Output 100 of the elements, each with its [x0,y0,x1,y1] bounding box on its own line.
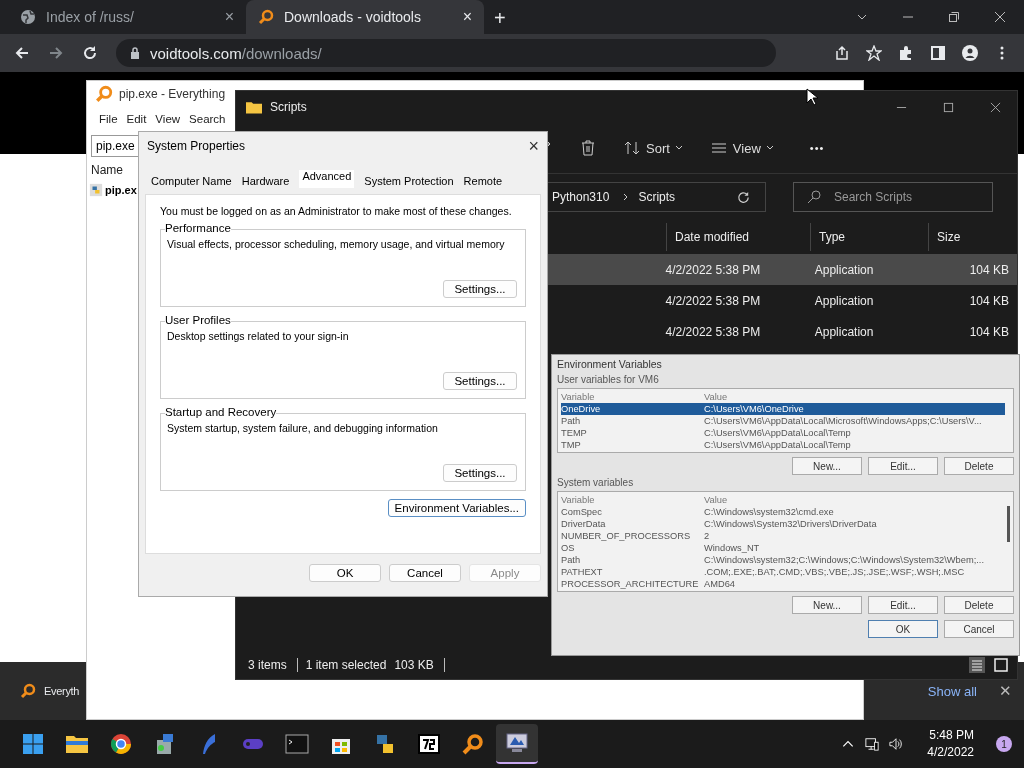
sort-button[interactable]: Sort [624,140,683,156]
star-icon[interactable] [866,45,882,61]
close-icon[interactable] [990,101,1001,113]
close-button[interactable]: ✕ [999,682,1012,700]
magnifier-icon [258,9,274,25]
magnifier-icon [20,683,36,699]
column-header: Value [704,494,728,505]
file-name[interactable]: pip.ex [105,184,137,196]
variable-row[interactable]: Path C:\Windows\system32;C:\Windows;C:\Windows\System32\Wbem;... [561,554,1005,566]
new-tab-button[interactable]: + [494,8,506,28]
tab[interactable]: Hardware [241,174,290,188]
column-header: Value [704,391,728,402]
chevron-down-icon [674,144,683,152]
cursor-icon [806,88,818,106]
clock-date[interactable]: 4/2/2022 [927,744,974,761]
download-item[interactable]: Everyth [44,685,80,697]
address-bar[interactable]: voidtools.com/downloads/ [116,39,776,67]
cancel-button[interactable]: Cancel [944,620,1014,638]
dialog-button[interactable]: Edit... [868,457,938,475]
close-icon[interactable] [994,11,1006,23]
more-button[interactable]: ••• [809,142,825,154]
volume-icon[interactable] [889,737,904,751]
python-file-icon [89,183,103,197]
chevron-down-icon [765,144,774,152]
dialog-button[interactable]: Delete [944,596,1014,614]
tab[interactable]: Computer Name [151,174,232,188]
dialog-button[interactable]: New... [792,596,862,614]
menu-item[interactable]: View [155,113,181,125]
tab[interactable]: Advanced [299,170,355,188]
dialog-button[interactable]: Cancel [389,564,461,582]
status-text: 3 items [248,658,298,672]
lock-icon [130,47,140,59]
menu-item[interactable]: File [99,113,118,125]
archive-icon [417,732,441,756]
column-header[interactable]: Date modified [666,223,810,251]
settings-button[interactable]: Settings... [443,280,517,298]
section-label: User variables for VM6 [557,374,660,385]
variable-row[interactable]: Path C:\Users\VM6\AppData\Local\Microsoft\WindowsApps;C:\Users\V... [561,415,1005,427]
variable-row[interactable]: TEMP C:\Users\VM6\AppData\Local\Temp [561,427,1005,439]
start-icon [21,732,45,756]
settings-button[interactable]: Settings... [443,372,517,390]
group-title: User Profiles [165,314,231,326]
trash-icon[interactable] [580,140,596,156]
column-header: Variable [561,391,596,402]
sidebar-icon[interactable] [930,45,946,61]
menu-item[interactable]: Search [189,113,226,125]
window-title: Scripts [270,100,307,114]
variable-row[interactable]: PROCESSOR_ARCHITECTURE AMD64 [561,578,1005,590]
dialog-button[interactable]: Delete [944,457,1014,475]
browser-icon [109,732,133,756]
tab[interactable]: Remote [463,174,503,188]
view-button[interactable]: View [710,140,774,156]
dialog-button[interactable]: Edit... [868,596,938,614]
share-icon[interactable] [834,45,850,61]
environment-variables-button[interactable]: Environment Variables... [387,499,526,517]
details-view-icon[interactable] [969,657,985,673]
group-description: Desktop settings related to your sign-in [167,330,350,342]
taskbar-app[interactable] [496,724,538,764]
variable-row[interactable]: NUMBER_OF_PROCESSORS 2 [561,530,1005,542]
show-all-link[interactable]: Show all [927,683,977,699]
tab[interactable]: System Protection [364,174,454,188]
browser-tab[interactable]: Index of /russ/ × [8,0,246,34]
puzzle-icon[interactable] [898,45,914,61]
tiles-view-icon[interactable] [993,657,1009,673]
lines-icon [710,140,727,156]
reload-icon[interactable] [82,45,98,61]
window-title: pip.exe - Everything [119,87,226,101]
variable-row[interactable]: DriverData C:\Windows\System32\Drivers\DriverData [561,518,1005,530]
column-header[interactable]: Type [810,223,928,251]
refresh-icon[interactable] [736,189,751,205]
restore-icon[interactable] [948,11,960,23]
ok-button[interactable]: OK [868,620,938,638]
dialog-button[interactable]: OK [309,564,381,582]
scrollbar[interactable] [1007,506,1010,542]
settings-button[interactable]: Settings... [443,464,517,482]
maximize-icon[interactable] [943,101,954,113]
network-icon[interactable] [865,737,880,751]
clock-time[interactable]: 5:48 PM [929,727,974,744]
browser-tab[interactable]: Downloads - voidtools × [246,0,484,34]
section-label: System variables [557,477,635,488]
group-title: Startup and Recovery [165,406,277,418]
close-button[interactable]: × [528,135,539,157]
dialog-title: Environment Variables [557,358,663,370]
forward-icon[interactable] [48,45,64,61]
variable-row[interactable]: ComSpec C:\Windows\system32\cmd.exe [561,506,1005,518]
notification-badge[interactable]: 1 [996,736,1012,752]
sort-icon [624,140,640,156]
column-header[interactable]: Size [928,223,1000,251]
folder-icon [246,100,262,114]
dialog-button[interactable]: New... [792,457,862,475]
variable-row[interactable]: PATHEXT .COM;.EXE;.BAT;.CMD;.VBS;.VBE;.JS;.JSE;.WSF;.WSH;.MSC [561,566,1005,578]
variable-row[interactable]: OS Windows_NT [561,542,1005,554]
variable-row[interactable]: TMP C:\Users\VM6\AppData\Local\Temp [561,439,1005,451]
status-text: 1 item selected [305,658,387,672]
column-header: Variable [561,494,596,505]
back-icon[interactable] [14,45,30,61]
search-field[interactable]: Search Scripts [793,182,993,212]
menu-item[interactable]: Edit [126,113,147,125]
profile-icon[interactable] [962,45,978,61]
variable-row[interactable]: OneDrive C:\Users\VM6\OneDrive [561,403,1005,415]
